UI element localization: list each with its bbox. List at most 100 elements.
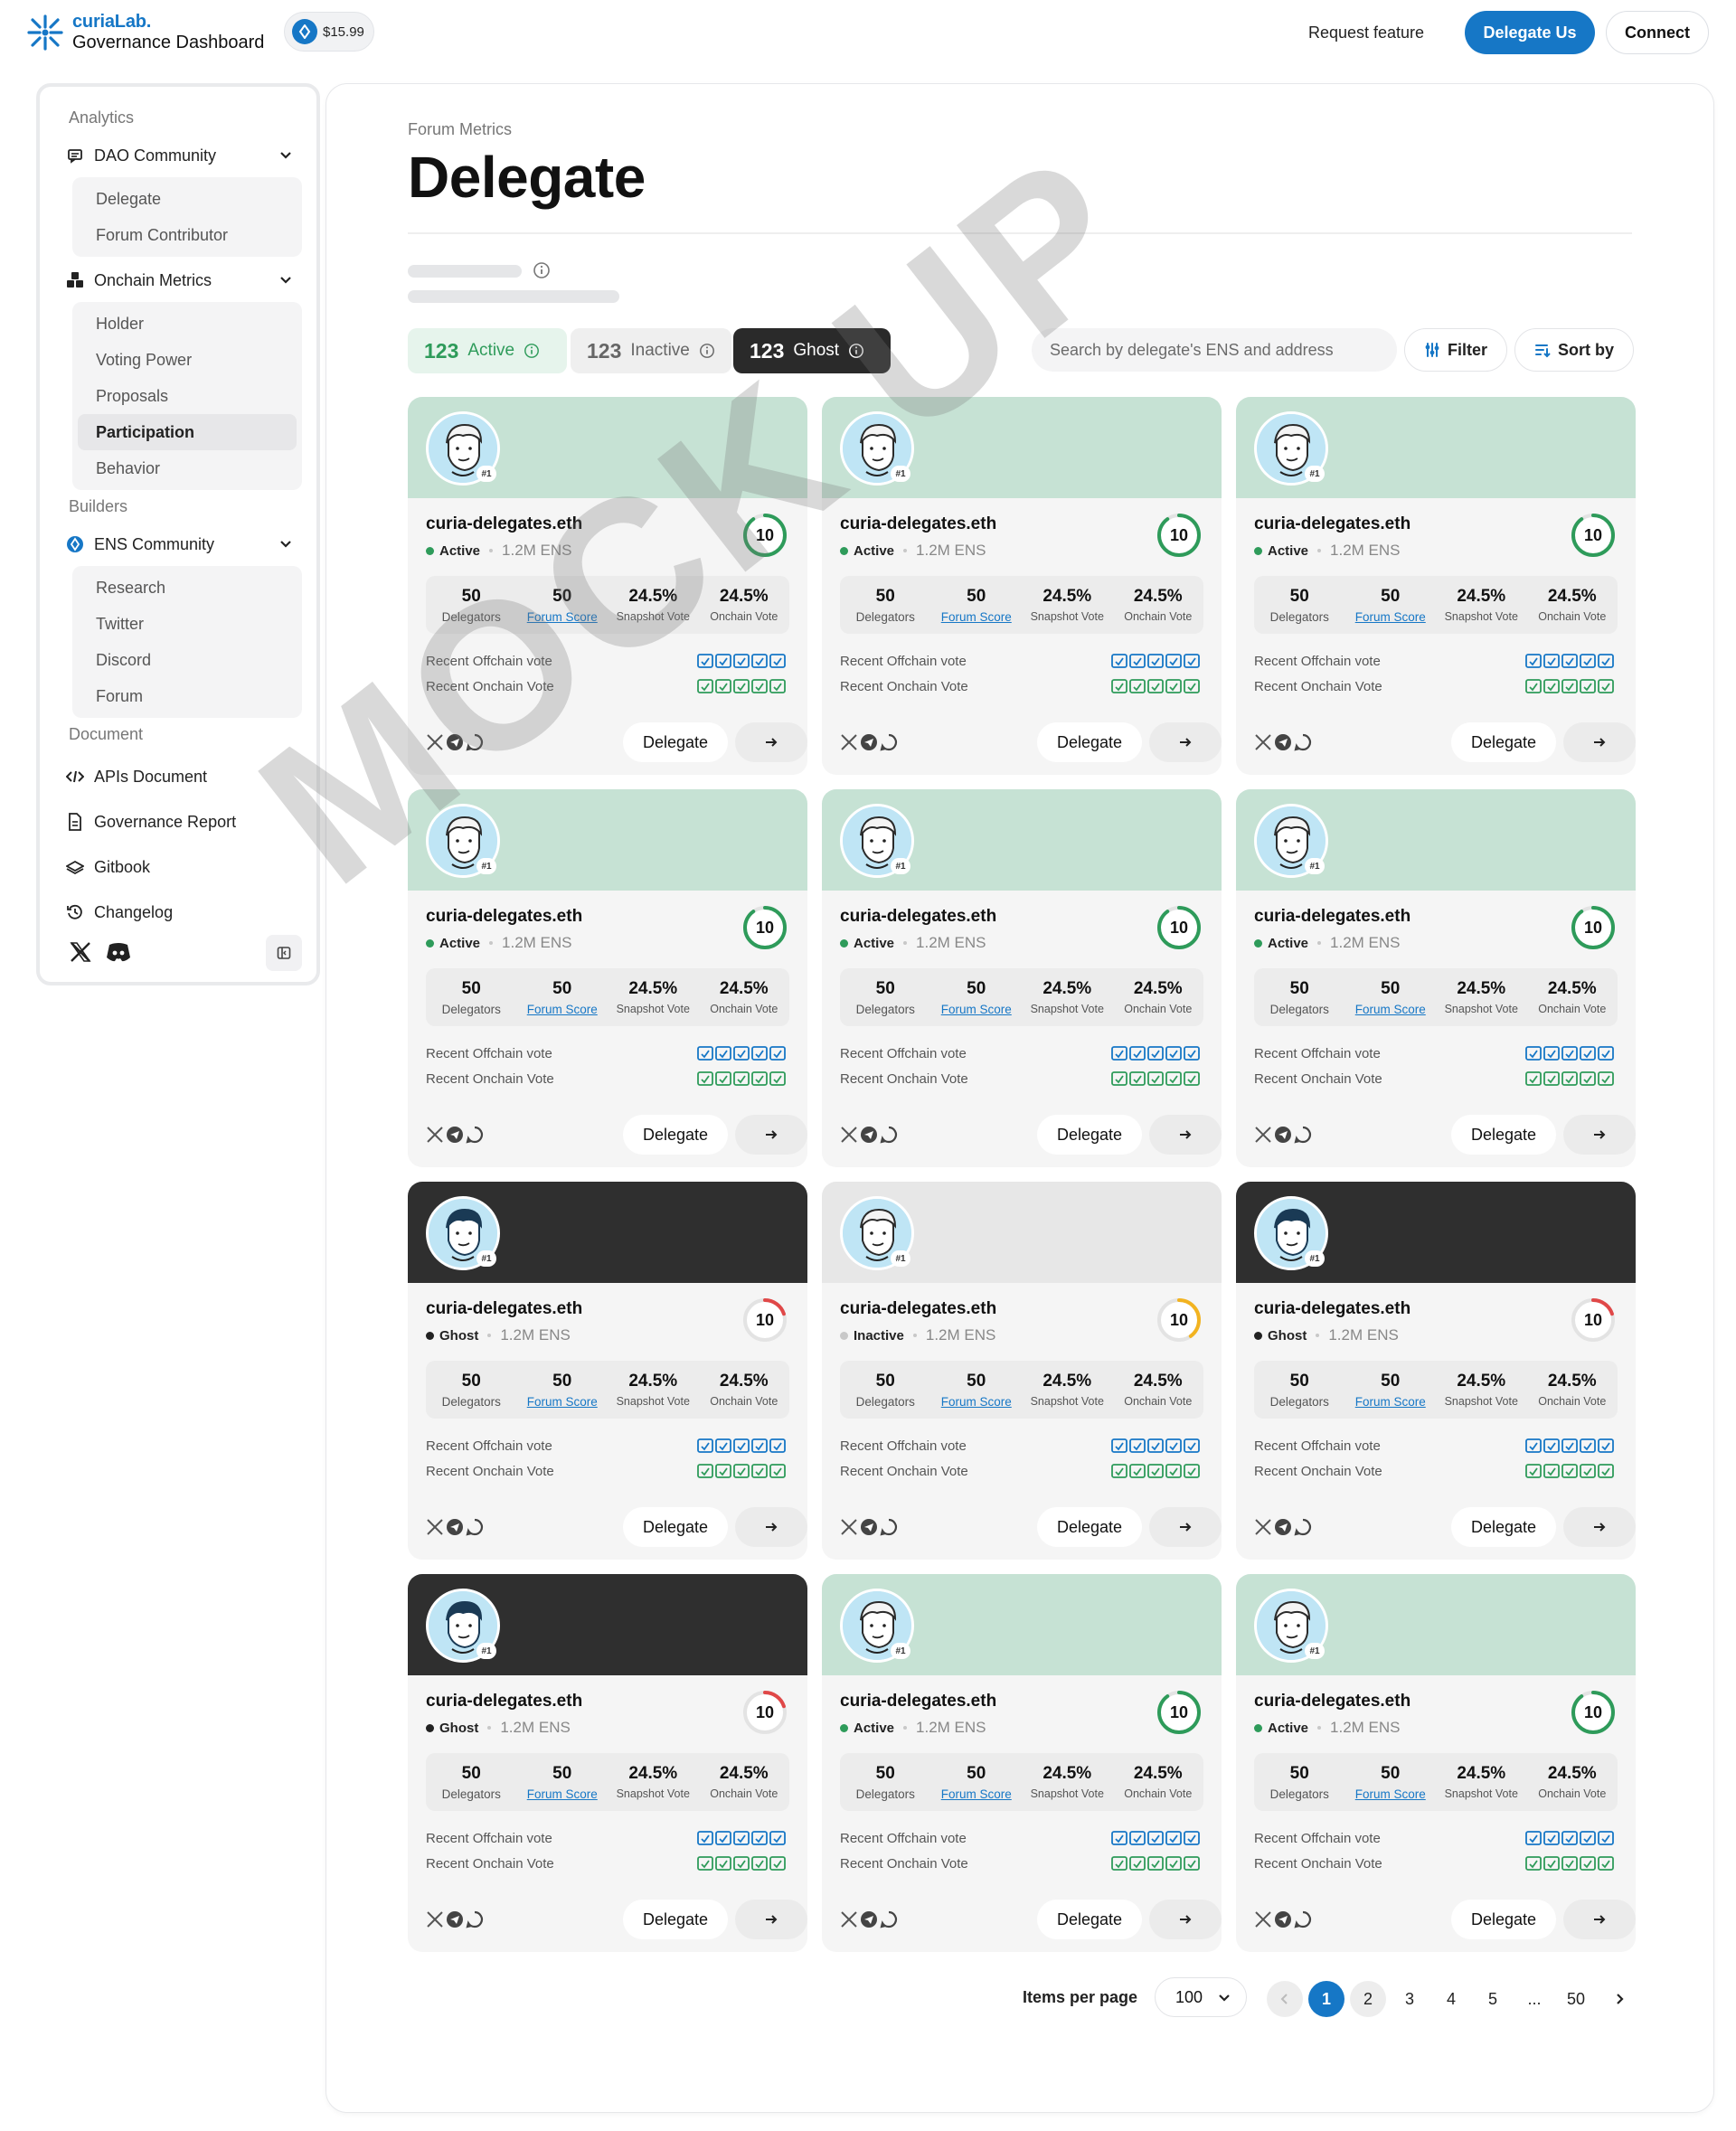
sidebar-item-participation[interactable]: Participation <box>78 414 297 450</box>
x-twitter-icon[interactable] <box>840 1910 858 1928</box>
delegate-card[interactable]: #1 curia-delegates.eth Active 1.2M ENS 1… <box>822 1574 1222 1952</box>
discourse-icon[interactable] <box>466 1910 484 1928</box>
discourse-icon[interactable] <box>880 733 898 751</box>
discourse-icon[interactable] <box>466 1126 484 1144</box>
x-twitter-icon[interactable] <box>426 1518 444 1536</box>
view-delegate-button[interactable] <box>735 1900 807 1939</box>
forum-score-link[interactable]: Forum Score <box>527 1787 598 1801</box>
delegate-name[interactable]: curia-delegates.eth <box>426 1299 582 1319</box>
x-twitter-icon[interactable] <box>426 733 444 751</box>
delegate-button[interactable]: Delegate <box>1451 1115 1556 1155</box>
chevron-down-icon[interactable] <box>277 146 295 165</box>
connect-wallet-button[interactable]: Connect <box>1606 11 1709 54</box>
info-icon[interactable] <box>848 343 864 359</box>
delegate-button[interactable]: Delegate <box>1451 722 1556 762</box>
sidebar-item-forum[interactable]: Forum <box>78 678 297 714</box>
view-delegate-button[interactable] <box>1149 1507 1222 1547</box>
info-icon[interactable] <box>533 261 551 279</box>
view-delegate-button[interactable] <box>1149 1900 1222 1939</box>
delegate-name[interactable]: curia-delegates.eth <box>840 1692 996 1711</box>
filter-button[interactable]: Filter <box>1404 328 1507 372</box>
discourse-icon[interactable] <box>1294 1126 1312 1144</box>
delegate-button[interactable]: Delegate <box>623 1900 728 1939</box>
telegram-icon[interactable] <box>446 1910 464 1928</box>
view-delegate-button[interactable] <box>735 1507 807 1547</box>
discourse-icon[interactable] <box>1294 1910 1312 1928</box>
forum-score-link[interactable]: Forum Score <box>1355 1003 1426 1016</box>
page-button-5[interactable]: 5 <box>1475 1981 1511 2017</box>
curialab-logo-icon[interactable] <box>25 13 65 52</box>
sidebar-group-onchain-metrics[interactable]: Onchain Metrics <box>54 262 302 298</box>
sidebar-item-delegate[interactable]: Delegate <box>78 181 297 217</box>
forum-score-link[interactable]: Forum Score <box>1355 1787 1426 1801</box>
next-page-button[interactable] <box>1601 1981 1637 2017</box>
prev-page-button[interactable] <box>1267 1981 1303 2017</box>
sidebar-item-behavior[interactable]: Behavior <box>78 450 297 486</box>
view-delegate-button[interactable] <box>1563 1900 1636 1939</box>
telegram-icon[interactable] <box>1274 1910 1292 1928</box>
delegate-card[interactable]: #1 curia-delegates.eth Active 1.2M ENS 1… <box>1236 397 1636 775</box>
sidebar-link-gitbook[interactable]: Gitbook <box>54 844 302 890</box>
forum-score-link[interactable]: Forum Score <box>1355 1395 1426 1409</box>
delegate-card[interactable]: #1 curia-delegates.eth Inactive 1.2M ENS… <box>822 1182 1222 1560</box>
delegate-button[interactable]: Delegate <box>623 722 728 762</box>
view-delegate-button[interactable] <box>735 722 807 762</box>
breadcrumb[interactable]: Forum Metrics <box>408 120 512 139</box>
telegram-icon[interactable] <box>860 733 878 751</box>
delegate-button[interactable]: Delegate <box>1451 1900 1556 1939</box>
x-twitter-icon[interactable] <box>1254 1910 1272 1928</box>
delegate-card[interactable]: #1 curia-delegates.eth Active 1.2M ENS 1… <box>408 789 807 1167</box>
delegate-name[interactable]: curia-delegates.eth <box>1254 514 1410 534</box>
sidebar-group-dao-community[interactable]: DAO Community <box>54 137 302 174</box>
tab-ghost[interactable]: 123 Ghost <box>733 328 891 373</box>
request-feature-link[interactable]: Request feature <box>1289 13 1443 52</box>
view-delegate-button[interactable] <box>735 1115 807 1155</box>
discourse-icon[interactable] <box>880 1518 898 1536</box>
delegate-name[interactable]: curia-delegates.eth <box>840 907 996 927</box>
delegate-name[interactable]: curia-delegates.eth <box>426 1692 582 1711</box>
delegate-card[interactable]: #1 curia-delegates.eth Active 1.2M ENS 1… <box>1236 1574 1636 1952</box>
telegram-icon[interactable] <box>1274 733 1292 751</box>
sidebar-item-forum-contributor[interactable]: Forum Contributor <box>78 217 297 253</box>
delegate-card[interactable]: #1 curia-delegates.eth Ghost 1.2M ENS 10… <box>408 1574 807 1952</box>
delegate-name[interactable]: curia-delegates.eth <box>426 514 582 534</box>
sidebar-link-governance-report[interactable]: Governance Report <box>54 799 302 844</box>
sidebar-item-holder[interactable]: Holder <box>78 306 297 342</box>
discourse-icon[interactable] <box>880 1126 898 1144</box>
page-button-4[interactable]: 4 <box>1433 1981 1469 2017</box>
delegate-button[interactable]: Delegate <box>623 1115 728 1155</box>
delegate-button[interactable]: Delegate <box>1037 1507 1142 1547</box>
delegate-name[interactable]: curia-delegates.eth <box>1254 1692 1410 1711</box>
x-twitter-icon[interactable] <box>1254 1126 1272 1144</box>
x-twitter-icon[interactable] <box>840 1126 858 1144</box>
discourse-icon[interactable] <box>880 1910 898 1928</box>
delegate-name[interactable]: curia-delegates.eth <box>426 907 582 927</box>
x-twitter-icon[interactable] <box>69 940 92 964</box>
telegram-icon[interactable] <box>860 1126 878 1144</box>
sidebar-item-voting-power[interactable]: Voting Power <box>78 342 297 378</box>
delegate-name[interactable]: curia-delegates.eth <box>1254 1299 1410 1319</box>
x-twitter-icon[interactable] <box>840 1518 858 1536</box>
sidebar-link-apis-document[interactable]: APIs Document <box>54 754 302 799</box>
view-delegate-button[interactable] <box>1149 1115 1222 1155</box>
discourse-icon[interactable] <box>466 1518 484 1536</box>
sidebar-group-ens-community[interactable]: ENS Community <box>54 526 302 562</box>
delegate-button[interactable]: Delegate <box>1037 722 1142 762</box>
tab-inactive[interactable]: 123 Inactive <box>571 328 731 373</box>
sidebar-item-discord[interactable]: Discord <box>78 642 297 678</box>
brand-name[interactable]: curiaLab. Governance Dashboard <box>72 13 264 52</box>
x-twitter-icon[interactable] <box>426 1126 444 1144</box>
view-delegate-button[interactable] <box>1149 722 1222 762</box>
collapse-sidebar-button[interactable] <box>266 935 302 971</box>
sidebar-item-proposals[interactable]: Proposals <box>78 378 297 414</box>
discourse-icon[interactable] <box>466 733 484 751</box>
page-button-1[interactable]: 1 <box>1308 1981 1344 2017</box>
page-button-3[interactable]: 3 <box>1392 1981 1428 2017</box>
forum-score-link[interactable]: Forum Score <box>527 1003 598 1016</box>
discord-icon[interactable] <box>105 940 132 964</box>
forum-score-link[interactable]: Forum Score <box>941 1787 1012 1801</box>
sidebar-link-changelog[interactable]: Changelog <box>54 890 302 935</box>
telegram-icon[interactable] <box>1274 1126 1292 1144</box>
discourse-icon[interactable] <box>1294 733 1312 751</box>
page-button-2[interactable]: 2 <box>1350 1981 1386 2017</box>
